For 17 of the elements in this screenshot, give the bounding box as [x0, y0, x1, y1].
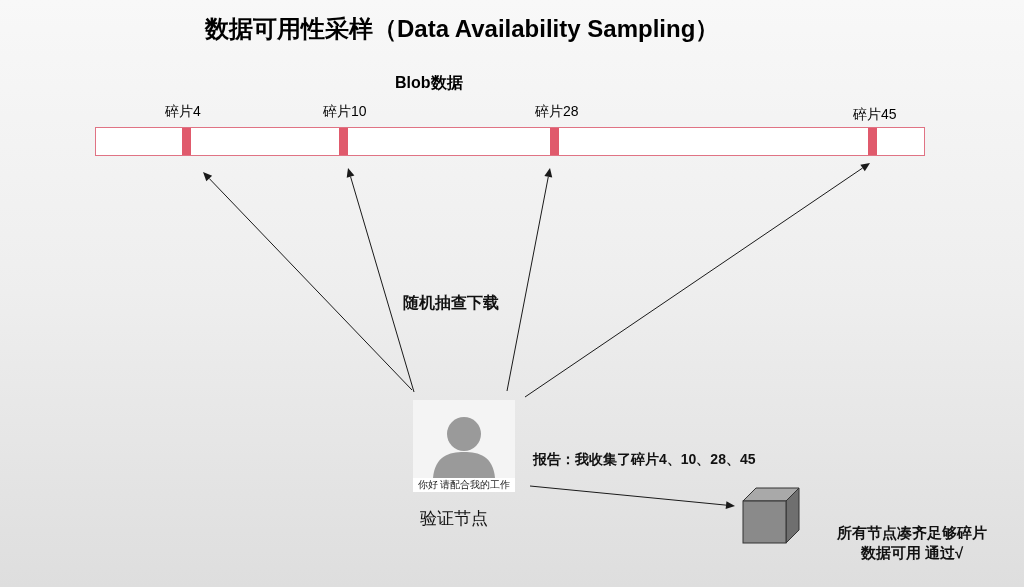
fragment-label: 碎片45: [853, 106, 897, 122]
image-caption: 你好 请配合我的工作: [413, 478, 515, 492]
page-title: 数据可用性采样（Data Availability Sampling）: [205, 14, 720, 44]
fragment-marker: [550, 128, 559, 155]
report-text: 报告：我收集了碎片4、10、28、45: [533, 450, 756, 468]
fragment-label: 碎片28: [535, 103, 579, 119]
fragment-marker: [868, 128, 877, 155]
node-label: 验证节点: [420, 508, 488, 530]
fragment-marker: [339, 128, 348, 155]
blob-title: Blob数据: [395, 73, 463, 93]
sampling-label: 随机抽查下载: [403, 293, 499, 313]
fragment-label: 碎片4: [165, 103, 201, 119]
fragment-label: 碎片10: [323, 103, 367, 119]
conclusion-text: 所有节点凑齐足够碎片: [837, 523, 987, 543]
cube-icon: [742, 487, 800, 544]
conclusion-text: 数据可用 通过√: [860, 543, 964, 563]
fragment-marker: [182, 128, 191, 155]
